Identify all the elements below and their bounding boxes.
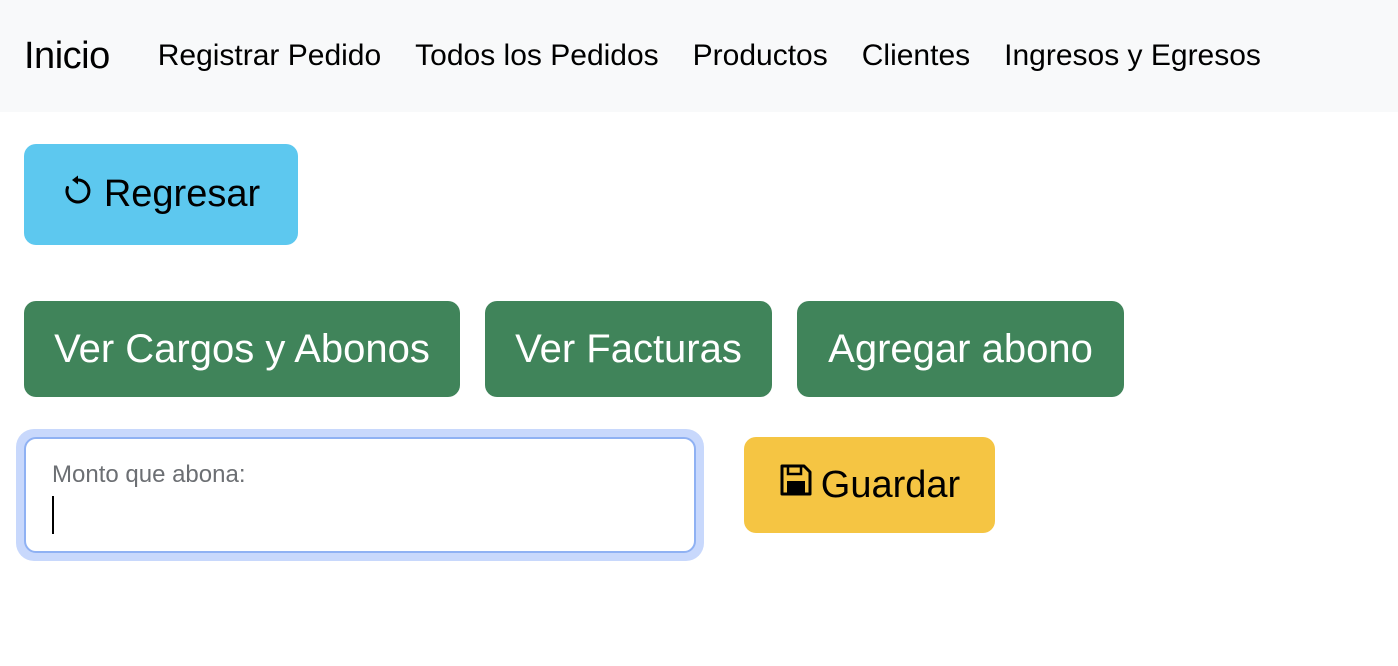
nav-link-todos-los-pedidos[interactable]: Todos los Pedidos (415, 39, 659, 73)
add-payment-label: Agregar abono (828, 326, 1093, 371)
navbar-brand[interactable]: Inicio (24, 35, 110, 78)
nav-links: Registrar Pedido Todos los Pedidos Produ… (158, 39, 1295, 73)
navbar: Inicio Registrar Pedido Todos los Pedido… (0, 0, 1398, 112)
amount-input[interactable]: Monto que abona: (24, 437, 696, 553)
amount-input-label: Monto que abona: (52, 461, 246, 488)
back-button-label: Regresar (103, 173, 261, 215)
save-button[interactable]: Guardar (744, 437, 995, 533)
view-charges-label: Ver Cargos y Abonos (54, 326, 430, 371)
add-payment-button[interactable]: Agregar abono (797, 301, 1124, 397)
nav-link-clientes[interactable]: Clientes (862, 39, 970, 73)
view-invoices-button[interactable]: Ver Facturas (485, 301, 772, 397)
nav-link-productos[interactable]: Productos (693, 39, 828, 73)
view-invoices-label: Ver Facturas (515, 326, 742, 371)
save-button-label: Guardar (820, 463, 961, 506)
nav-link-registrar-pedido[interactable]: Registrar Pedido (158, 39, 381, 73)
rotate-ccw-icon (62, 173, 94, 216)
text-caret (52, 496, 54, 534)
view-charges-button[interactable]: Ver Cargos y Abonos (24, 301, 460, 397)
floppy-disk-icon (779, 463, 813, 507)
back-button[interactable]: Regresar (24, 144, 298, 245)
nav-link-ingresos-egresos[interactable]: Ingresos y Egresos (1004, 39, 1261, 73)
